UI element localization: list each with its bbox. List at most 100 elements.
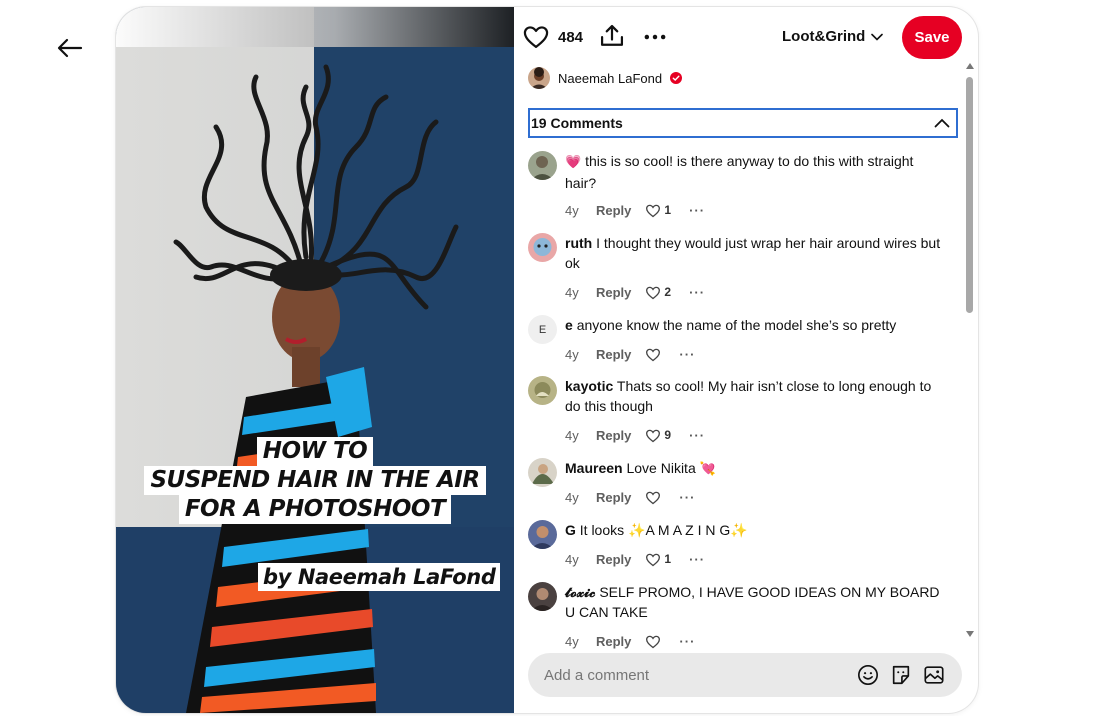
comment-more-button[interactable]: ··· [689,428,705,443]
heart-outline-icon [646,491,661,504]
overlay-title-line: SUSPEND HAIR IN THE AIR [144,466,486,495]
pin-overlay-title: HOW TO SUSPEND HAIR IN THE AIR FOR A PHO… [116,437,514,524]
comment-age: 4y [565,489,579,505]
comment-age: 4y [565,633,579,649]
comment-like-count: 2 [664,285,672,299]
verified-badge-icon [670,72,683,84]
comment-input[interactable] [544,653,834,697]
overlay-title-line: HOW TO [256,437,374,466]
comment-username[interactable]: e [565,317,573,333]
comment-username[interactable]: kayotic [565,378,613,394]
comment-age: 4y [565,346,579,362]
reply-button[interactable]: Reply [596,203,631,218]
comment-emoji: 💗 [565,155,582,170]
pin-image[interactable]: HOW TO SUSPEND HAIR IN THE AIR FOR A PHO… [116,7,514,713]
comment-text: I thought they would just wrap her hair … [565,235,941,271]
pin-closeup-card: HOW TO SUSPEND HAIR IN THE AIR FOR A PHO… [116,7,978,713]
heart-outline-icon [646,286,661,299]
heart-outline-icon [646,204,661,217]
more-options-button[interactable] [641,23,669,51]
more-dots-icon [644,34,666,40]
comment-more-button[interactable]: ··· [679,347,695,362]
avatar[interactable] [528,376,557,405]
avatar[interactable] [528,520,557,549]
comment-like-button[interactable]: 9 [645,428,671,443]
reply-button[interactable]: Reply [596,428,631,443]
heart-outline-icon [646,635,661,648]
comment-like-button[interactable]: 1 [645,552,671,567]
like-button[interactable] [522,23,550,51]
comment-body: G It looks ✨A M A Z I N G✨ [565,520,945,540]
comment-text: Love Nikita [626,460,696,476]
comment-username[interactable]: G [565,522,576,538]
comment-like-button[interactable]: 2 [645,285,671,300]
avatar[interactable] [528,582,557,611]
scroll-up-arrow[interactable] [966,63,974,69]
comments-scrollbar[interactable] [964,63,976,641]
comment-body: e anyone know the name of the model she’… [565,315,945,335]
comment-emoji: 💘 [699,462,716,477]
scroll-down-arrow[interactable] [966,631,974,637]
comment-like-count: 1 [664,552,672,566]
comment-like-count: 9 [664,428,672,442]
board-dropdown[interactable]: Loot&Grind [782,28,884,45]
reply-button[interactable]: Reply [596,634,631,649]
comment-username[interactable]: 𝓽𝓸𝔁𝓲𝓬 [565,584,595,600]
comment-username[interactable]: Maureen [565,460,623,476]
comment-username[interactable]: ruth [565,235,592,251]
avatar[interactable] [528,458,557,487]
comment-body: Maureen Love Nikita 💘 [565,458,945,480]
scroll-thumb[interactable] [966,77,973,313]
comment-more-button[interactable]: ··· [689,285,705,300]
comment-age: 4y [565,202,579,218]
comment-more-button[interactable]: ··· [679,490,695,505]
heart-outline-icon [646,429,661,442]
reply-button[interactable]: Reply [596,285,631,300]
back-button[interactable] [50,28,90,68]
comment-meta: 4y Reply ··· [565,346,695,362]
comment-text: this is so cool! is there anyway to do t… [565,153,914,191]
image-icon [924,666,944,684]
save-button[interactable]: Save [902,16,962,59]
reply-button[interactable]: Reply [596,490,631,505]
author-name: Naeemah LaFond [558,70,663,86]
emoji-icon [858,665,878,685]
emoji-button[interactable] [857,664,879,686]
comments-toggle[interactable]: 19 Comments [528,108,958,138]
share-button[interactable] [598,22,626,50]
comment-more-button[interactable]: ··· [689,552,705,567]
comment-composer [528,653,962,697]
overlay-title-line: FOR A PHOTOSHOOT [178,495,452,524]
comment-more-button[interactable]: ··· [689,203,705,218]
comment-like-button[interactable] [645,347,661,362]
avatar[interactable] [528,233,557,262]
image-button[interactable] [923,664,945,686]
avatar[interactable] [528,151,557,180]
comment-body: ruth I thought they would just wrap her … [565,233,945,273]
avatar[interactable]: E [528,315,557,344]
board-name: Loot&Grind [782,28,866,45]
reply-button[interactable]: Reply [596,347,631,362]
comment-more-button[interactable]: ··· [679,634,695,649]
comment-text: SELF PROMO, I HAVE GOOD IDEAS ON MY BOAR… [565,584,940,620]
comment-age: 4y [565,427,579,443]
comment-like-button[interactable] [645,490,661,505]
comment-meta: 4y Reply 9 ··· [565,427,705,443]
pin-author[interactable]: Naeemah LaFond [528,67,683,89]
comments-count-title: 19 Comments [531,115,623,131]
comment-like-button[interactable] [645,634,661,649]
reply-button[interactable]: Reply [596,552,631,567]
arrow-left-icon [57,38,83,58]
comment-meta: 4y Reply 2 ··· [565,284,705,300]
avatar [528,67,550,89]
like-count: 484 [558,29,584,46]
sticker-button[interactable] [890,664,912,686]
pin-details-panel: 484 Loot&Grind Save Naeemah LaFond 19 Co… [514,7,978,713]
comment-like-count: 1 [664,203,672,217]
comment-body: 💗 this is so cool! is there anyway to do… [565,151,945,193]
comment-like-button[interactable]: 1 [645,203,671,218]
sticker-icon [892,665,910,685]
heart-outline-icon [646,348,661,361]
chevron-down-icon [871,33,884,41]
comment-meta: 4y Reply 1 ··· [565,551,705,567]
